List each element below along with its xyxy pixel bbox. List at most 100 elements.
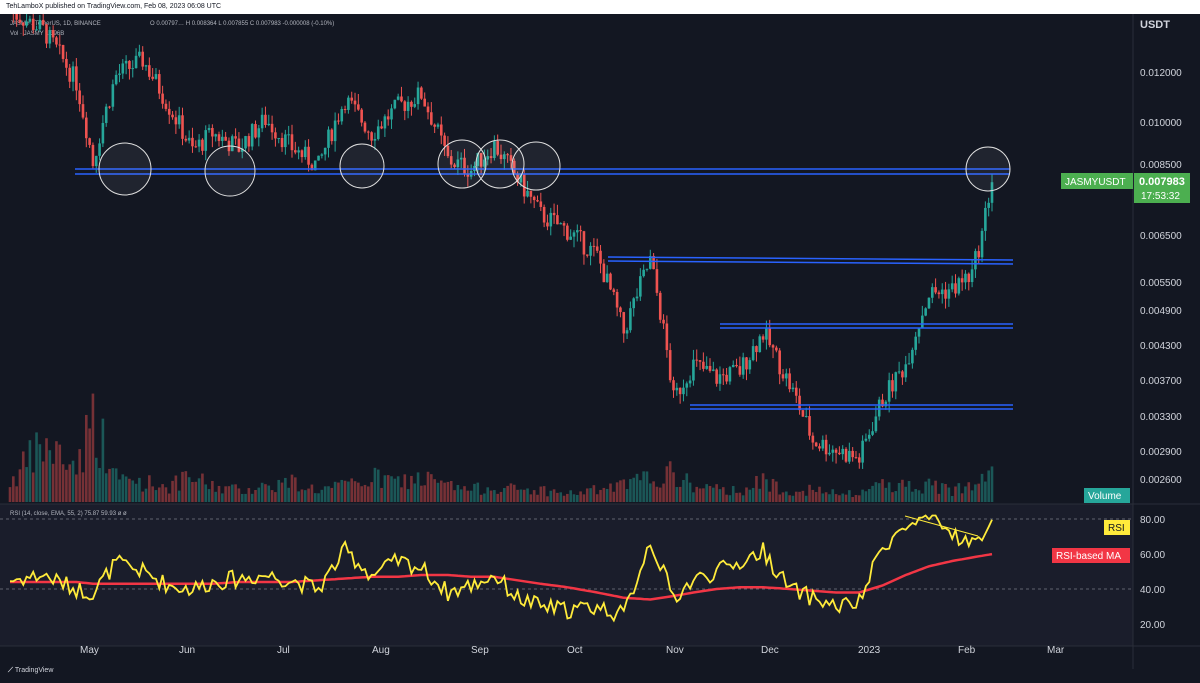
candle-body xyxy=(347,97,350,110)
candle-body xyxy=(370,132,373,141)
candle-body xyxy=(85,117,88,139)
candle-body xyxy=(21,22,25,26)
volume-bar xyxy=(987,470,990,502)
candle-body xyxy=(668,350,672,381)
candle-body xyxy=(665,323,669,351)
volume-bar xyxy=(512,484,516,502)
candle-body xyxy=(911,349,914,364)
candle-body xyxy=(585,254,589,256)
volume-bar xyxy=(887,482,891,502)
candle-body xyxy=(642,269,645,277)
candle-body xyxy=(867,434,871,439)
candle-body xyxy=(947,289,951,299)
candle-body xyxy=(138,51,141,56)
candle-body xyxy=(539,201,543,207)
candle-body xyxy=(582,231,586,255)
candle-body xyxy=(798,395,801,411)
volume-bar xyxy=(45,438,48,502)
volume-bar xyxy=(373,467,377,502)
volume-bar xyxy=(867,489,871,502)
chart-canvas[interactable]: JASMY / TetherUS, 1D, BINANCE O 0.00797…… xyxy=(0,14,1200,683)
candle-body xyxy=(589,245,592,256)
volume-bar xyxy=(65,469,68,502)
volume-bar xyxy=(708,486,712,502)
volume-bar xyxy=(748,489,752,502)
candle-body xyxy=(443,135,446,146)
volume-bar xyxy=(459,489,463,502)
candle-body xyxy=(221,136,224,141)
volume-bar xyxy=(476,482,480,502)
candle-body xyxy=(28,18,32,22)
candle-body xyxy=(844,448,848,462)
rsi-badge-text: RSI xyxy=(1108,523,1125,534)
volume-bar xyxy=(808,484,811,502)
candle-body xyxy=(151,76,154,79)
volume-bar xyxy=(562,495,566,502)
candle-body xyxy=(164,103,168,109)
volume-bar xyxy=(221,493,224,502)
volume-bar xyxy=(197,478,201,502)
candle-body xyxy=(897,371,901,373)
time-tick: Sep xyxy=(471,645,489,656)
volume-bar xyxy=(300,489,304,502)
volume-bar xyxy=(15,486,18,502)
volume-bar xyxy=(277,479,281,502)
candle-body xyxy=(396,96,400,100)
volume-bar xyxy=(94,457,98,502)
candle-body xyxy=(303,146,307,158)
candle-body xyxy=(602,263,606,283)
volume-bar xyxy=(323,486,327,502)
volume-bar xyxy=(977,483,981,502)
volume-bar xyxy=(619,480,622,502)
candle-body xyxy=(366,131,370,133)
volume-bar xyxy=(313,493,317,502)
candle-body xyxy=(980,230,984,258)
volume-bar xyxy=(695,486,699,502)
candle-body xyxy=(788,373,791,390)
volume-bar xyxy=(184,471,188,502)
candle-body xyxy=(58,44,62,46)
volume-bar xyxy=(831,489,835,502)
candle-body xyxy=(655,269,659,293)
candle-body xyxy=(542,206,546,223)
volume-bar xyxy=(509,483,513,502)
volume-bar xyxy=(280,482,284,502)
candle-body xyxy=(536,200,539,202)
candle-body xyxy=(71,66,75,82)
candle-body xyxy=(380,126,383,129)
candle-body xyxy=(672,380,675,391)
volume-bar xyxy=(75,474,78,502)
candle-body xyxy=(566,225,569,240)
volume-bar xyxy=(164,487,168,502)
candle-body xyxy=(924,308,927,316)
candle-body xyxy=(818,446,821,449)
volume-bar xyxy=(901,479,904,502)
candle-body xyxy=(814,442,818,447)
candle-body xyxy=(104,106,108,123)
candle-body xyxy=(320,154,324,156)
volume-bar xyxy=(930,485,934,502)
candle-body xyxy=(101,122,105,144)
candle-body xyxy=(350,97,354,101)
price-tick: 0.012000 xyxy=(1140,68,1182,79)
volume-bar xyxy=(151,486,154,502)
candle-body xyxy=(410,101,413,107)
volume-bar xyxy=(924,481,927,502)
volume-bar xyxy=(672,472,675,502)
candle-body xyxy=(708,365,712,371)
volume-bar xyxy=(947,487,951,502)
volume-bar xyxy=(194,481,198,502)
volume-bar xyxy=(274,492,277,502)
candle-body xyxy=(184,138,188,141)
volume-bar xyxy=(718,489,722,502)
volume-bar xyxy=(320,489,324,502)
candle-body xyxy=(128,60,131,69)
volume-bar xyxy=(267,485,271,502)
candle-body xyxy=(270,123,274,133)
volume-bar xyxy=(38,444,42,502)
candle-body xyxy=(254,124,257,138)
volume-bar xyxy=(390,476,393,502)
volume-bar xyxy=(834,494,838,502)
candle-body xyxy=(622,312,626,334)
candle-body xyxy=(692,359,695,381)
